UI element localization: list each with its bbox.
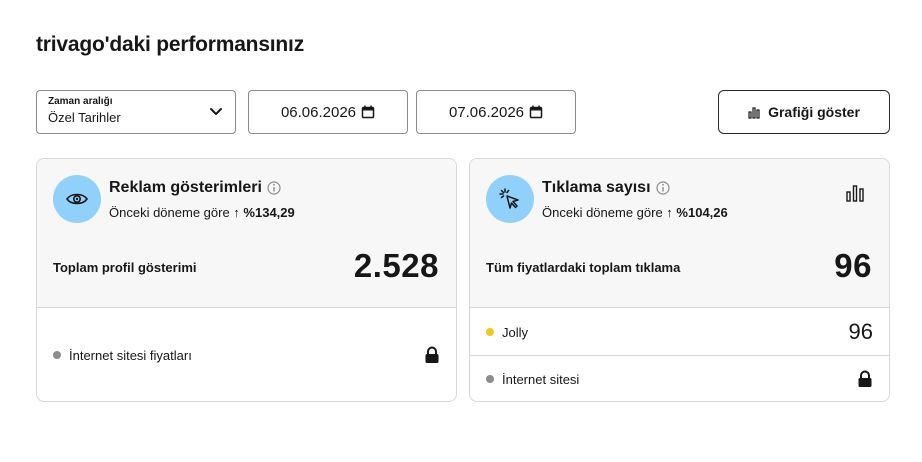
page-title: trivago'daki performansınız: [36, 33, 304, 56]
row-label: Jolly: [502, 324, 529, 340]
impressions-card: Reklam gösterimleri Önceki döneme göre ↑…: [36, 158, 457, 402]
comparison-prefix: Önceki döneme göre ↑: [542, 205, 673, 220]
list-item: İnternet sitesi: [470, 356, 889, 401]
impressions-title-text: Reklam gösterimleri: [109, 179, 262, 196]
row-label: İnternet sitesi: [502, 371, 580, 387]
clicks-summary: Tıklama sayısı Önceki döneme göre ↑ %104…: [470, 159, 889, 308]
time-range-label: Zaman aralığı: [48, 96, 113, 107]
chevron-down-icon: [210, 108, 222, 115]
bar-chart-icon[interactable]: [845, 183, 865, 203]
comparison-value: %104,26: [676, 205, 728, 220]
info-icon[interactable]: [267, 181, 281, 195]
impressions-summary: Reklam gösterimleri Önceki döneme göre ↑…: [37, 159, 456, 308]
end-date-input[interactable]: 07.06.2026: [416, 90, 576, 134]
comparison-prefix: Önceki döneme göre ↑: [109, 205, 240, 220]
clicks-title-text: Tıklama sayısı: [542, 179, 651, 196]
metric-value: 2.528: [353, 247, 439, 284]
clicks-card: Tıklama sayısı Önceki döneme göre ↑ %104…: [469, 158, 890, 402]
start-date-value: 06.06.2026: [280, 103, 357, 121]
cursor-click-icon: [486, 175, 534, 223]
list-item: Jolly 96: [470, 309, 889, 355]
lock-icon: [425, 346, 439, 363]
calendar-icon[interactable]: [361, 105, 375, 119]
clicks-title: Tıklama sayısı: [542, 179, 670, 197]
start-date-input[interactable]: 06.06.2026: [248, 90, 408, 134]
row-label: İnternet sitesi fiyatları: [69, 347, 192, 363]
show-graph-button[interactable]: Grafiği göster: [718, 90, 890, 134]
end-date-value: 07.06.2026: [448, 103, 525, 121]
metric-label: Tüm fiyatlardaki toplam tıklama: [486, 260, 681, 275]
row-value: 96: [848, 319, 873, 344]
list-item: İnternet sitesi fiyatları: [37, 330, 456, 380]
status-dot: [53, 351, 61, 359]
clicks-comparison: Önceki döneme göre ↑ %104,26: [542, 205, 728, 220]
time-range-select[interactable]: Zaman aralığı Özel Tarihler: [36, 90, 236, 134]
info-icon[interactable]: [655, 181, 670, 195]
show-graph-label: Grafiği göster: [768, 104, 860, 120]
metric-label: Toplam profil gösterimi: [53, 260, 197, 275]
metric-value: 96: [834, 247, 872, 284]
bar-chart-icon: [748, 107, 760, 119]
eye-icon: [53, 175, 101, 223]
calendar-icon[interactable]: [529, 105, 543, 119]
status-dot: [486, 375, 494, 383]
impressions-comparison: Önceki döneme göre ↑ %134,29: [109, 205, 295, 220]
impressions-title: Reklam gösterimleri: [109, 179, 281, 197]
time-range-value: Özel Tarihler: [48, 110, 121, 125]
lock-icon: [858, 370, 872, 387]
comparison-value: %134,29: [243, 205, 295, 220]
status-dot: [486, 328, 494, 336]
